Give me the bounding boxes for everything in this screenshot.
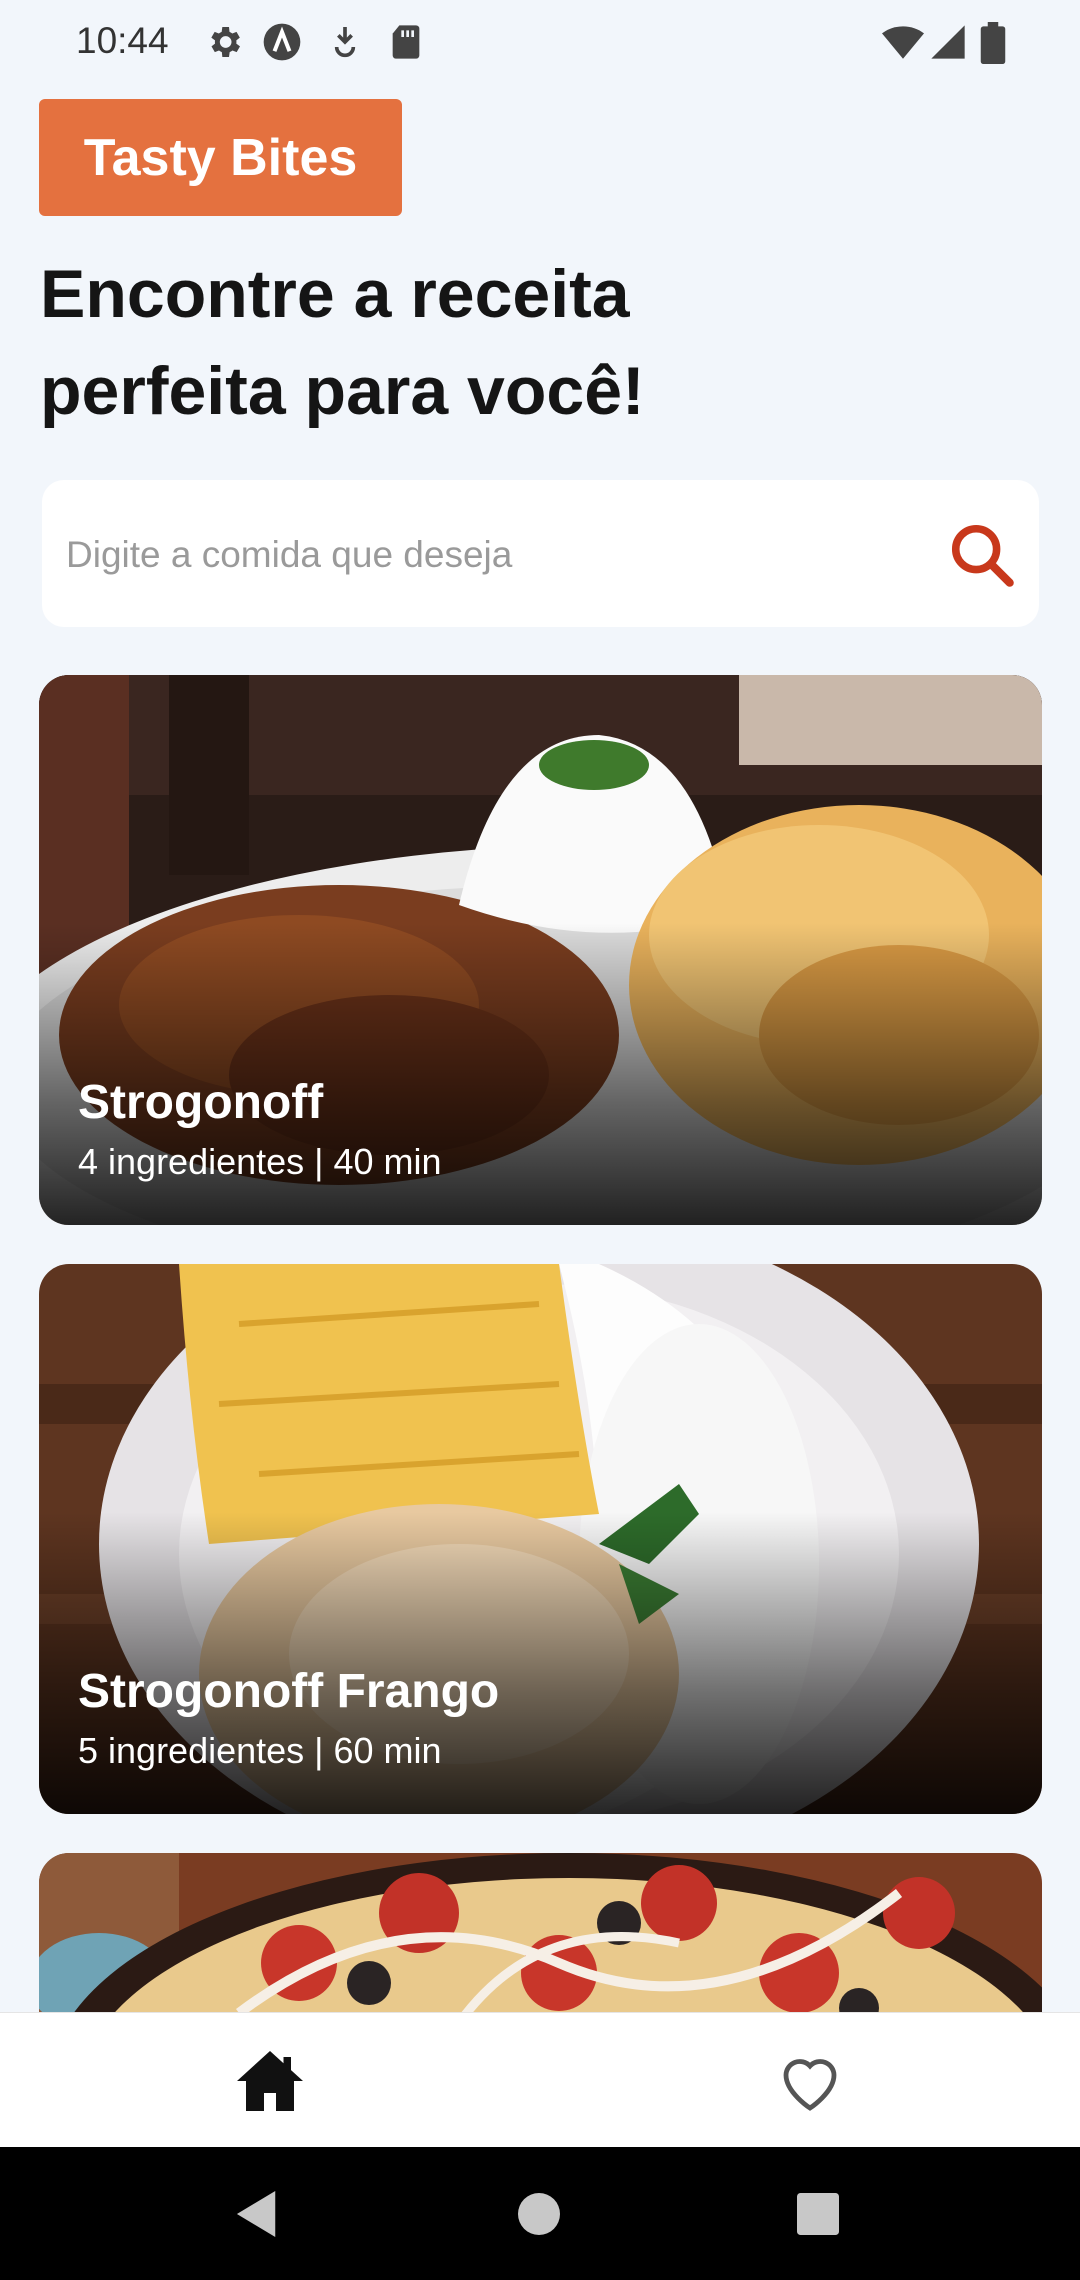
gear-icon [211,27,240,57]
home-circle-icon[interactable] [518,2193,560,2235]
page-title: Encontre a receita perfeita para você! [40,246,800,440]
headline-line-2: perfeita para você! [40,353,645,429]
back-icon[interactable] [236,2191,280,2237]
system-nav-bar [0,2147,1080,2280]
wifi-icon [882,26,924,59]
search-icon[interactable] [947,520,1017,590]
status-time: 10:44 [76,20,169,61]
recents-icon[interactable] [797,2193,839,2235]
recipe-title: Strogonoff [78,1076,324,1129]
recipe-image [39,1853,1042,2033]
battery-icon [980,22,1006,64]
headline-line-1: Encontre a receita [40,256,630,332]
recipe-meta: 4 ingredientes | 40 min [78,1141,442,1182]
recipe-card[interactable]: Strogonoff Frango 5 ingredientes | 60 mi… [39,1264,1042,1814]
status-bar: 10:44 [0,0,1080,90]
bottom-nav [0,2012,1080,2148]
recipe-card[interactable]: Strogonoff 4 ingredientes | 40 min [39,675,1042,1225]
download-icon [334,27,356,58]
signal-icon [931,25,965,59]
a-circle-icon [263,23,301,61]
recipe-title: Strogonoff Frango [78,1665,500,1718]
sd-card-icon [392,25,420,59]
heart-icon[interactable] [774,2045,846,2117]
home-icon[interactable] [234,2045,306,2117]
search-bar [42,480,1039,629]
recipe-meta: 5 ingredientes | 60 min [78,1730,442,1771]
search-input[interactable] [64,480,928,629]
recipe-card[interactable] [39,1853,1042,2033]
brand-logo: Tasty Bites [39,99,402,216]
